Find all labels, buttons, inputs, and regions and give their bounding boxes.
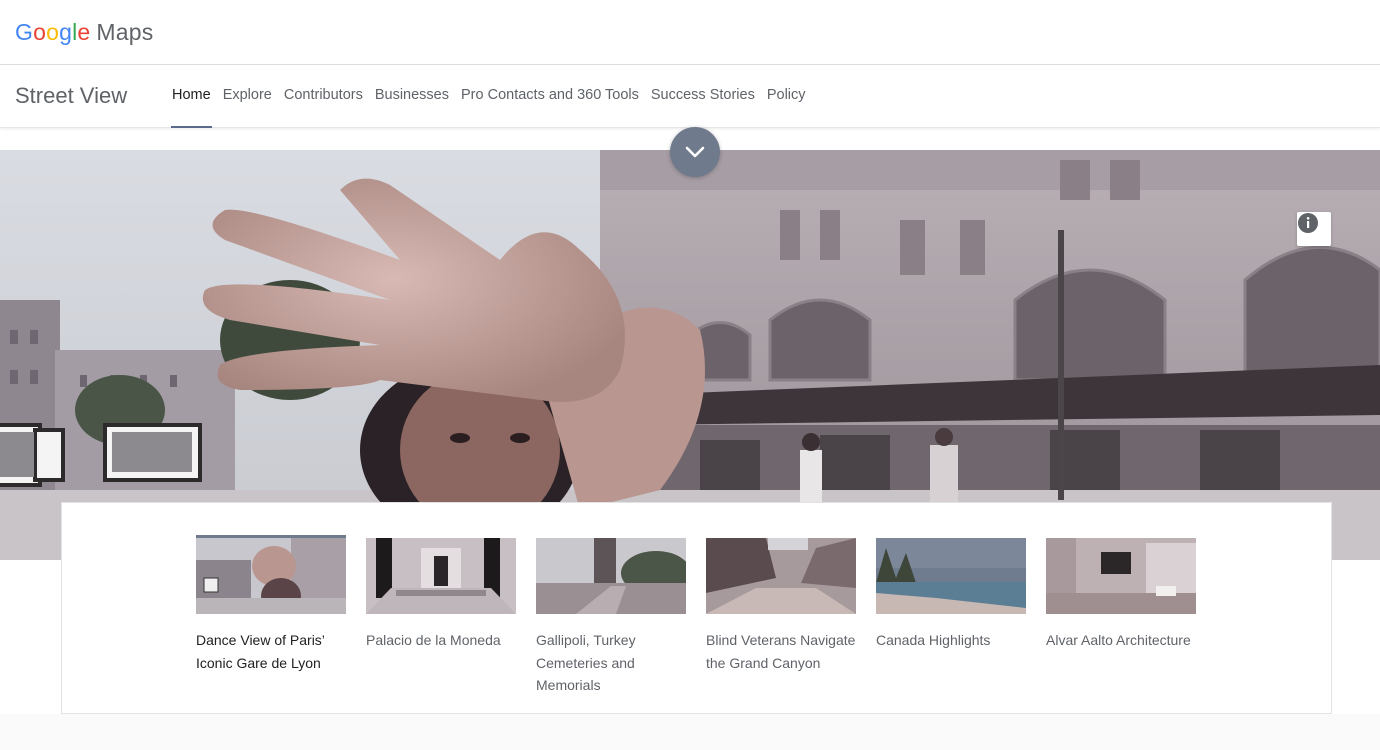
gallery-card-title: Palacio de la Moneda [366,632,501,648]
top-bar: Google Maps [0,0,1380,65]
thumbnail-frame [706,535,856,614]
logo-letter: o [46,19,60,45]
gallery-card[interactable]: Canada Highlights [876,535,1026,697]
tab-contributors[interactable]: Contributors [278,65,369,128]
thumbnail-canada [876,538,1026,614]
tab-pro-contacts[interactable]: Pro Contacts and 360 Tools [455,65,645,128]
tab-explore[interactable]: Explore [217,65,278,128]
thumbnail-alvar-aalto [1046,538,1196,614]
gallery-card-title: Dance View of Paris’ Iconic Gare de Lyon [196,632,325,671]
product-nav-bar: Street View Home Explore Contributors Bu… [0,65,1380,128]
gallery-card[interactable]: Palacio de la Moneda [366,535,516,697]
logo-letter: g [59,19,73,45]
thumbnail-palacio [366,538,516,614]
thumbnail-grand-canyon [706,538,856,614]
gallery-card-title: Canada Highlights [876,632,991,648]
gallery-card[interactable]: Blind Veterans Navigate the Grand Canyon [706,535,856,697]
tab-policy[interactable]: Policy [761,65,812,128]
gallery-card[interactable]: Dance View of Paris’ Iconic Gare de Lyon [196,535,346,697]
tab-home[interactable]: Home [166,65,217,128]
tab-businesses[interactable]: Businesses [369,65,455,128]
thumbnail-gallipoli [536,538,686,614]
logo-suffix: Maps [96,19,154,45]
thumbnail-frame [366,535,516,614]
gallery-card-list: Dance View of Paris’ Iconic Gare de Lyon… [196,535,1196,697]
thumbnail-paris [196,538,346,614]
gallery-card[interactable]: Alvar Aalto Architecture [1046,535,1196,697]
hero-panorama[interactable] [0,150,1380,560]
gallery-card-title: Gallipoli, Turkey Cemeteries and Memoria… [536,632,636,693]
logo-letter: G [15,19,34,45]
tab-success-stories[interactable]: Success Stories [645,65,761,128]
gallery-card[interactable]: Gallipoli, Turkey Cemeteries and Memoria… [536,535,686,697]
scroll-down-button[interactable] [670,127,720,177]
hero-image [0,150,1380,560]
nav-tabs: Home Explore Contributors Businesses Pro… [166,65,812,128]
thumbnail-frame [536,535,686,614]
info-icon [1298,213,1318,233]
product-title[interactable]: Street View [15,83,127,109]
gallery-card-title: Alvar Aalto Architecture [1046,632,1191,648]
thumbnail-frame [876,535,1026,614]
thumbnail-frame [1046,535,1196,614]
logo-letter: e [77,19,91,45]
gallery-card-title: Blind Veterans Navigate the Grand Canyon [706,632,856,671]
featured-gallery: Dance View of Paris’ Iconic Gare de Lyon… [61,502,1332,714]
google-maps-logo[interactable]: Google Maps [15,19,153,46]
logo-letter: o [33,19,47,45]
page-background [0,714,1380,750]
chevron-down-icon [685,146,705,158]
info-button[interactable] [1297,212,1331,246]
thumbnail-frame [196,535,346,614]
